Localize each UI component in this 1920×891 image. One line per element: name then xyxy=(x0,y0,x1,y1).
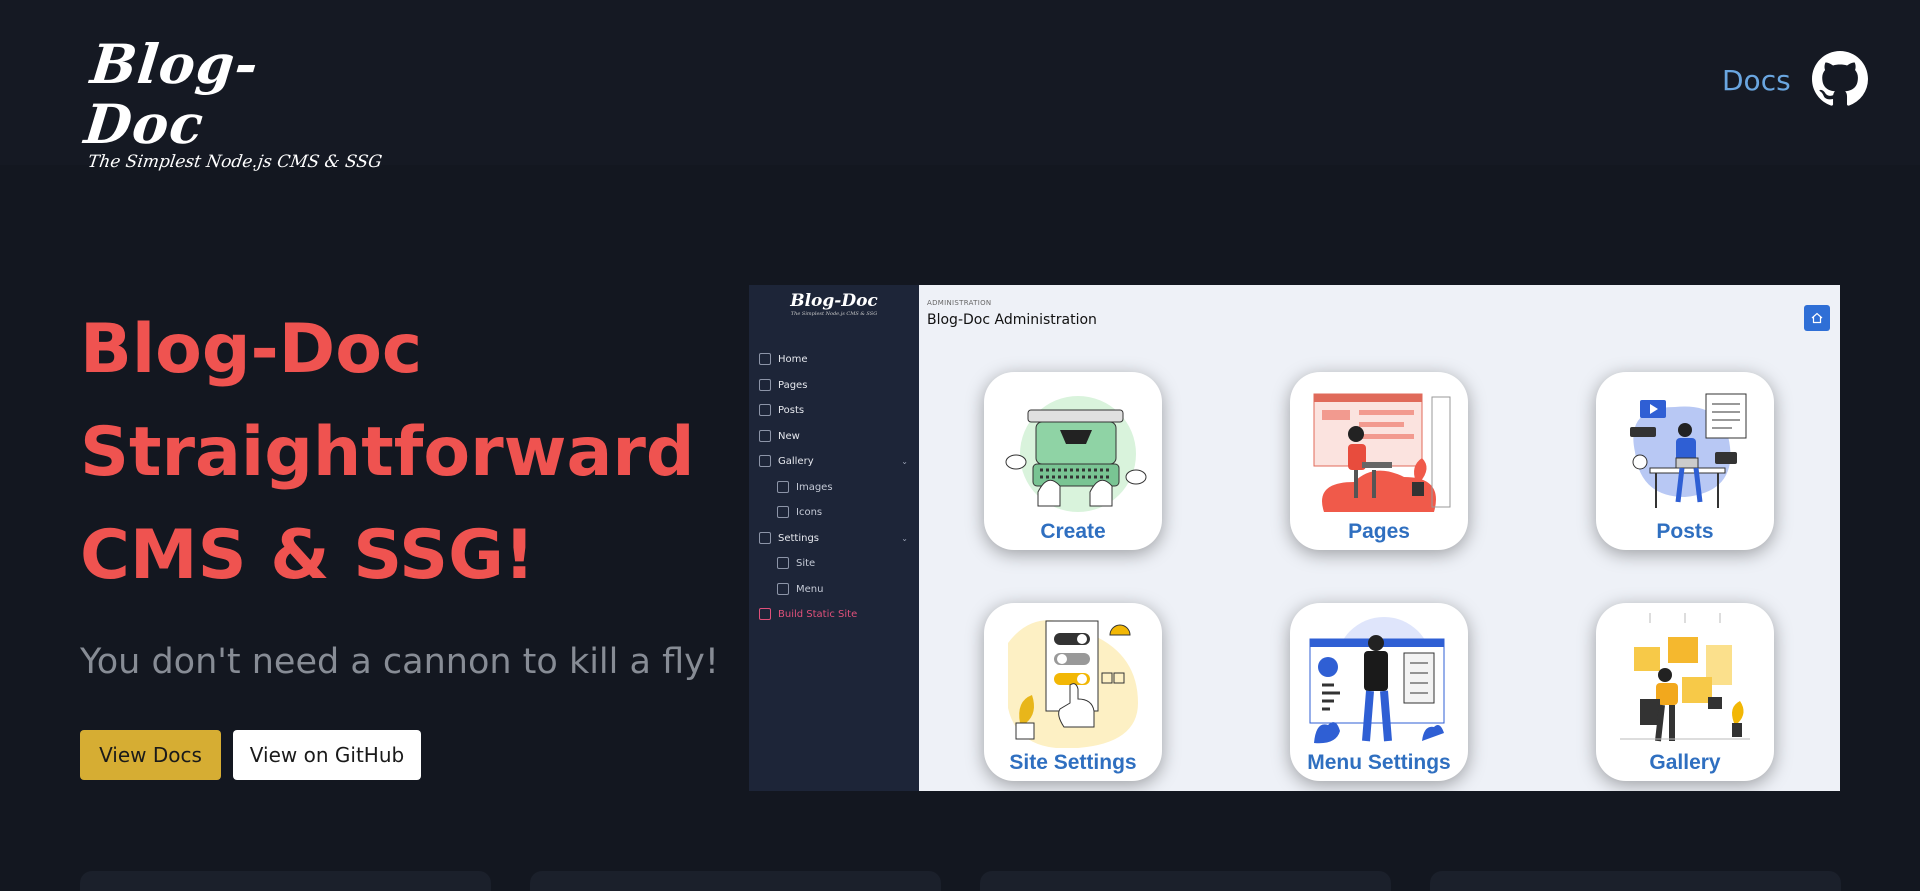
preview-sidebar: Blog-Doc The Simplest Node.js CMS & SSG … xyxy=(749,285,919,791)
preview-sidebar-item-home: Home xyxy=(759,349,914,369)
sidebar-item-label: Site xyxy=(796,557,816,569)
preview-sidebar-item-menu: Menu xyxy=(777,579,914,599)
hero-title-line-2: Straightforward xyxy=(80,413,695,492)
sidebar-item-label: Gallery xyxy=(778,455,814,467)
preview-sidebar-item-images: Images xyxy=(777,477,914,497)
preview-tile-pages: Pages xyxy=(1290,372,1468,550)
feature-card xyxy=(530,871,941,891)
sidebar-item-label: Posts xyxy=(778,404,805,416)
preview-home-button xyxy=(1804,305,1830,331)
feature-card xyxy=(980,871,1391,891)
typewriter-illustration xyxy=(1005,396,1147,512)
preview-sidebar-item-build: Build Static Site xyxy=(759,604,914,624)
hero-title-line-3: CMS & SSG! xyxy=(80,516,535,595)
preview-sidebar-item-site: Site xyxy=(777,553,914,573)
menu-settings-illustration xyxy=(1309,617,1445,744)
sidebar-item-label: Home xyxy=(778,353,808,365)
post-icon xyxy=(759,404,771,416)
preview-sidebar-item-settings: Settings ⌄ xyxy=(759,528,914,548)
view-github-button[interactable]: View on GitHub xyxy=(233,730,421,780)
sidebar-item-label: Pages xyxy=(778,379,808,391)
preview-logo: Blog-Doc The Simplest Node.js CMS & SSG xyxy=(749,291,919,317)
pages-illustration xyxy=(1313,393,1451,512)
view-docs-button[interactable]: View Docs xyxy=(80,730,221,780)
site-settings-illustration xyxy=(1008,620,1138,748)
sidebar-item-label: Menu xyxy=(796,583,824,595)
hero-title-line-1: Blog-Doc xyxy=(80,310,423,389)
tile-label: Gallery xyxy=(1649,751,1721,774)
preview-tile-create: Create xyxy=(984,372,1162,550)
tile-label: Create xyxy=(1040,520,1106,543)
preview-sidebar-item-icons: Icons xyxy=(777,502,914,522)
icons-icon xyxy=(777,506,789,518)
preview-breadcrumb: ADMINISTRATION xyxy=(927,299,992,307)
preview-tile-posts: Posts xyxy=(1596,372,1774,550)
preview-sidebar-item-pages: Pages xyxy=(759,375,914,395)
preview-main: ADMINISTRATION Blog-Doc Administration C… xyxy=(919,285,1840,791)
tile-label: Menu Settings xyxy=(1307,751,1451,774)
logo-title: Blog-Doc xyxy=(81,32,262,156)
posts-illustration xyxy=(1630,393,1747,508)
nav-docs-link[interactable]: Docs xyxy=(1722,64,1791,97)
home-icon xyxy=(1811,312,1823,324)
image-icon xyxy=(777,481,789,493)
globe-icon xyxy=(777,557,789,569)
tile-label: Pages xyxy=(1348,520,1410,543)
menu-icon xyxy=(777,583,789,595)
preview-tile-site-settings: Site Settings xyxy=(984,603,1162,781)
tile-label: Posts xyxy=(1656,520,1714,543)
feature-card xyxy=(1430,871,1841,891)
chevron-down-icon: ⌄ xyxy=(901,456,908,466)
preview-logo-subtitle: The Simplest Node.js CMS & SSG xyxy=(790,311,878,317)
chevron-down-icon: ⌄ xyxy=(901,533,908,543)
hammer-icon xyxy=(759,608,771,620)
gallery-illustration xyxy=(1620,613,1750,742)
feature-card xyxy=(80,871,491,891)
sidebar-item-label: Images xyxy=(796,481,833,493)
tile-label: Site Settings xyxy=(1009,751,1137,774)
sidebar-item-label: Build Static Site xyxy=(778,608,858,620)
settings-icon xyxy=(759,532,771,544)
gallery-icon xyxy=(759,455,771,467)
hero-tagline: You don't need a cannon to kill a fly! xyxy=(80,642,719,682)
preview-sidebar-item-posts: Posts xyxy=(759,400,914,420)
home-icon xyxy=(759,353,771,365)
logo-subtitle: The Simplest Node.js CMS & SSG xyxy=(86,152,384,172)
preview-sidebar-item-new: New xyxy=(759,426,914,446)
preview-tile-menu-settings: Menu Settings xyxy=(1290,603,1468,781)
sidebar-item-label: Icons xyxy=(796,506,823,518)
hero-title: Blog-Doc Straightforward CMS & SSG! xyxy=(80,298,720,607)
preview-logo-title: Blog-Doc xyxy=(790,291,878,311)
page-icon xyxy=(759,379,771,391)
admin-preview-image: Blog-Doc The Simplest Node.js CMS & SSG … xyxy=(749,285,1840,791)
site-header: Blog-Doc The Simplest Node.js CMS & SSG … xyxy=(0,0,1920,172)
github-icon[interactable] xyxy=(1812,51,1868,107)
preview-tile-gallery: Gallery xyxy=(1596,603,1774,781)
sidebar-item-label: Settings xyxy=(778,532,820,544)
preview-sidebar-item-gallery: Gallery ⌄ xyxy=(759,451,914,471)
sidebar-item-label: New xyxy=(778,430,800,442)
preview-heading: Blog-Doc Administration xyxy=(927,312,1097,328)
new-icon xyxy=(759,430,771,442)
site-logo[interactable]: Blog-Doc The Simplest Node.js CMS & SSG xyxy=(81,32,383,172)
